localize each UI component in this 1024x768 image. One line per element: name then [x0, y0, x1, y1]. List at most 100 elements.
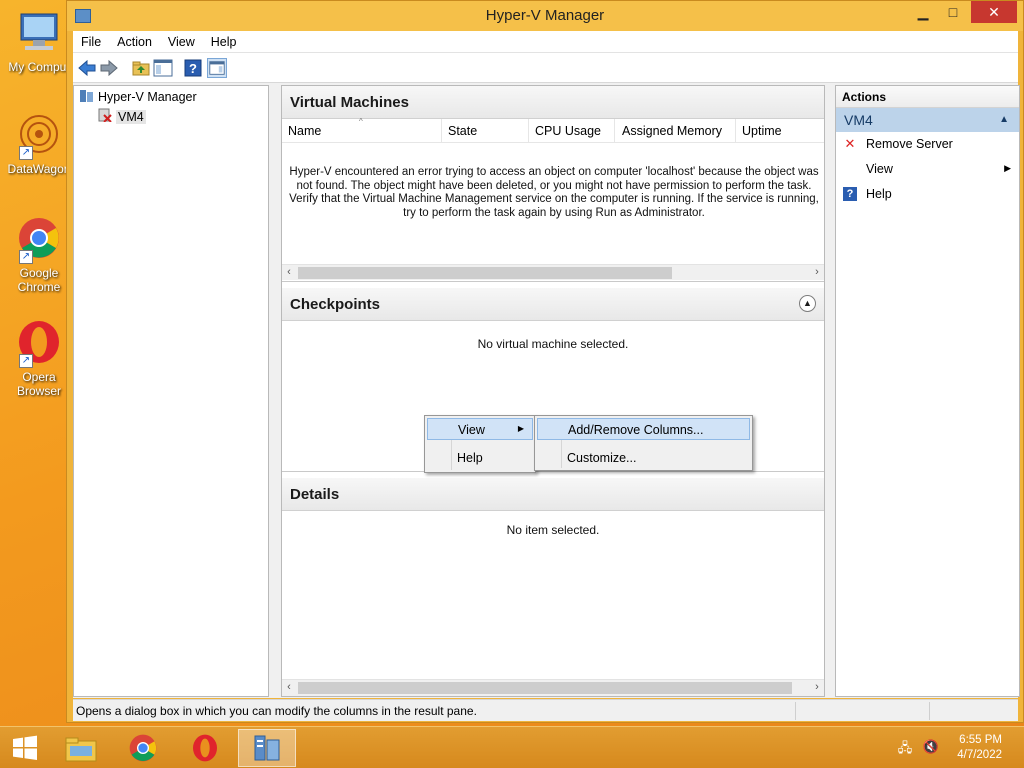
hyper-v-manager-icon: [254, 735, 280, 761]
clock-time: 6:55 PM: [959, 734, 1002, 746]
menu-file[interactable]: File: [73, 31, 109, 49]
show-hide-action-pane-icon[interactable]: [207, 58, 227, 78]
virtual-machines-column-header: Name ^ State CPU Usage Assigned Memory U…: [282, 117, 824, 143]
desktop-icon-opera-browser[interactable]: ↗ Opera Browser: [2, 320, 76, 398]
volume-muted-icon[interactable]: 🔇: [922, 739, 940, 755]
datawagon-icon: ↗: [15, 112, 63, 160]
forward-icon[interactable]: [99, 58, 119, 78]
details-pane: Details No item selected.: [282, 478, 824, 672]
close-button[interactable]: ✕: [971, 1, 1017, 23]
details-header: Details: [282, 478, 824, 511]
windows-logo-icon: [13, 735, 37, 760]
actions-group-label: VM4: [844, 112, 873, 128]
tree-node-hyper-v-manager[interactable]: Hyper-V Manager: [80, 90, 197, 104]
menu-item-label: Add/Remove Columns...: [568, 423, 704, 437]
virtual-machines-pane: Virtual Machines Name ^ State CPU Usage …: [282, 86, 824, 282]
results-pane: Virtual Machines Name ^ State CPU Usage …: [281, 85, 825, 697]
context-menu: View ▶ Help: [424, 415, 536, 473]
results-horizontal-scrollbar[interactable]: ‹ ›: [282, 679, 824, 696]
chrome-icon: [129, 734, 157, 762]
menu-item-label: View: [458, 423, 485, 437]
show-hide-console-tree-icon[interactable]: [153, 58, 173, 78]
help-icon[interactable]: ?: [183, 58, 203, 78]
svg-text:?: ?: [189, 61, 197, 76]
menu-view[interactable]: View: [160, 31, 203, 49]
submenu-add-remove-columns[interactable]: Add/Remove Columns...: [537, 418, 750, 440]
clock-date: 4/7/2022: [957, 749, 1002, 761]
console-tree: Hyper-V Manager VM4: [73, 85, 269, 697]
computer-icon: [15, 10, 63, 58]
view-submenu: Add/Remove Columns... Customize...: [534, 415, 753, 471]
menu-action[interactable]: Action: [109, 31, 160, 49]
shortcut-arrow-icon: ↗: [19, 354, 33, 368]
title-bar[interactable]: Hyper-V Manager ▁ □ ✕: [67, 1, 1023, 31]
start-button[interactable]: [0, 729, 50, 767]
status-bar: Opens a dialog box in which you can modi…: [73, 699, 1018, 721]
vm-horizontal-scrollbar[interactable]: ‹ ›: [282, 264, 824, 280]
console-content: Hyper-V Manager VM4 Virtual Machines Nam…: [73, 83, 1020, 698]
shortcut-arrow-icon: ↗: [19, 250, 33, 264]
opera-icon: [193, 734, 217, 762]
actions-header: Actions: [836, 86, 1019, 108]
scroll-left-arrow-icon[interactable]: ‹: [282, 680, 296, 695]
action-label: Remove Server: [866, 137, 953, 151]
action-view[interactable]: View ▶: [836, 157, 1019, 182]
system-clock[interactable]: 6:55 PM 4/7/2022: [957, 733, 1002, 763]
column-cpu-usage[interactable]: CPU Usage: [535, 124, 601, 138]
collapse-triangle-icon[interactable]: ▲: [999, 114, 1009, 125]
taskbar-chrome[interactable]: [114, 729, 172, 767]
context-menu-help[interactable]: Help: [427, 447, 533, 469]
sort-ascending-icon: ^: [359, 117, 363, 126]
action-help[interactable]: ? Help: [836, 182, 1019, 207]
scroll-left-arrow-icon[interactable]: ‹: [282, 265, 296, 280]
column-name[interactable]: Name: [288, 124, 321, 138]
remove-x-icon: ✕: [844, 136, 856, 151]
desktop-icon-label: Opera Browser: [16, 370, 61, 398]
taskbar: 🖧 🔇 6:55 PM 4/7/2022: [0, 726, 1024, 768]
desktop-icon-datawagon[interactable]: ↗ DataWagon: [2, 112, 76, 176]
scroll-thumb[interactable]: [298, 682, 792, 694]
action-remove-server[interactable]: ✕ Remove Server: [836, 132, 1019, 157]
collapse-up-icon[interactable]: ▲: [799, 295, 816, 312]
menu-item-label: Customize...: [567, 451, 637, 465]
menu-item-label: Help: [457, 451, 483, 465]
opera-icon: ↗: [15, 320, 63, 368]
checkpoints-header: Checkpoints ▲: [282, 288, 824, 321]
submenu-arrow-icon: ▶: [517, 424, 524, 433]
taskbar-hyper-v-manager[interactable]: [238, 729, 296, 767]
desktop-icon-google-chrome[interactable]: ↗ Google Chrome: [2, 216, 76, 294]
menu-bar: File Action View Help: [73, 31, 1018, 53]
desktop-icon-label: Google Chrome: [17, 266, 61, 294]
taskbar-opera[interactable]: [176, 729, 234, 767]
column-assigned-memory[interactable]: Assigned Memory: [622, 124, 722, 138]
menu-help[interactable]: Help: [203, 31, 245, 49]
shortcut-arrow-icon: ↗: [19, 146, 33, 160]
actions-group-vm4[interactable]: VM4 ▲: [836, 108, 1019, 132]
taskbar-file-explorer[interactable]: [52, 729, 110, 767]
maximize-button[interactable]: □: [939, 1, 967, 23]
virtual-machines-header: Virtual Machines: [282, 86, 824, 119]
status-text: Opens a dialog box in which you can modi…: [76, 704, 477, 718]
back-icon[interactable]: [77, 58, 97, 78]
action-label: View: [866, 162, 893, 176]
desktop-icon-my-computer[interactable]: My Comput: [2, 10, 76, 74]
tree-node-vm4[interactable]: VM4: [98, 108, 146, 124]
toolbar: ?: [73, 53, 1018, 83]
checkpoints-title: Checkpoints: [290, 296, 381, 313]
desktop-icon-label: My Comput: [8, 60, 70, 74]
network-icon[interactable]: 🖧: [896, 739, 914, 755]
details-empty-message: No item selected.: [506, 523, 600, 537]
chrome-icon: ↗: [15, 216, 63, 264]
minimize-button[interactable]: ▁: [909, 1, 937, 23]
window-title: Hyper-V Manager: [485, 7, 605, 24]
scroll-thumb[interactable]: [298, 267, 672, 279]
error-message: Hyper-V encountered an error trying to a…: [289, 166, 819, 219]
scroll-right-arrow-icon[interactable]: ›: [810, 680, 824, 695]
help-icon: ?: [843, 187, 857, 201]
submenu-customize[interactable]: Customize...: [537, 447, 750, 469]
column-state[interactable]: State: [448, 124, 477, 138]
scroll-right-arrow-icon[interactable]: ›: [810, 265, 824, 280]
context-menu-view[interactable]: View ▶: [427, 418, 533, 440]
column-uptime[interactable]: Uptime: [742, 124, 782, 138]
up-folder-icon[interactable]: [131, 58, 151, 78]
